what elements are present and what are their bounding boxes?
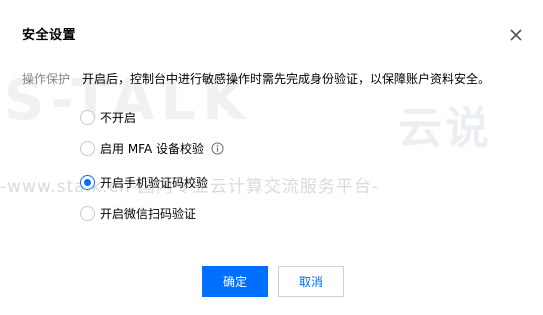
radio-wechat[interactable] — [80, 205, 95, 221]
radio-mfa[interactable] — [80, 140, 95, 156]
radio-disabled[interactable] — [80, 109, 95, 125]
dialog-title: 安全设置 — [22, 28, 77, 43]
option-mfa[interactable]: 启用 MFA 设备校验 — [80, 138, 224, 158]
protection-label: 操作保护 — [22, 72, 71, 86]
option-sms-label: 开启手机验证码校验 — [100, 175, 209, 190]
cancel-button[interactable]: 取消 — [278, 266, 344, 297]
security-settings-dialog: S-TALK 云说 -www.stalk.cn-国内专业云计算交流服务平台- 安… — [0, 0, 543, 315]
close-button[interactable] — [506, 25, 526, 45]
radio-sms[interactable] — [80, 174, 95, 190]
option-wechat[interactable]: 开启微信扫码验证 — [80, 203, 196, 223]
confirm-button[interactable]: 确定 — [202, 266, 268, 297]
option-disabled[interactable]: 不开启 — [80, 107, 136, 127]
option-wechat-label: 开启微信扫码验证 — [100, 206, 197, 221]
option-disabled-label: 不开启 — [100, 110, 137, 125]
option-mfa-label: 启用 MFA 设备校验 — [100, 141, 204, 156]
protection-description: 开启后，控制台中进行敏感操作时需先完成身份验证，以保障账户资料安全。 — [82, 72, 491, 86]
option-sms[interactable]: 开启手机验证码校验 — [80, 172, 208, 192]
info-icon[interactable] — [211, 141, 224, 155]
watermark-brand-text: 云说 — [398, 103, 492, 154]
close-icon — [510, 29, 522, 41]
